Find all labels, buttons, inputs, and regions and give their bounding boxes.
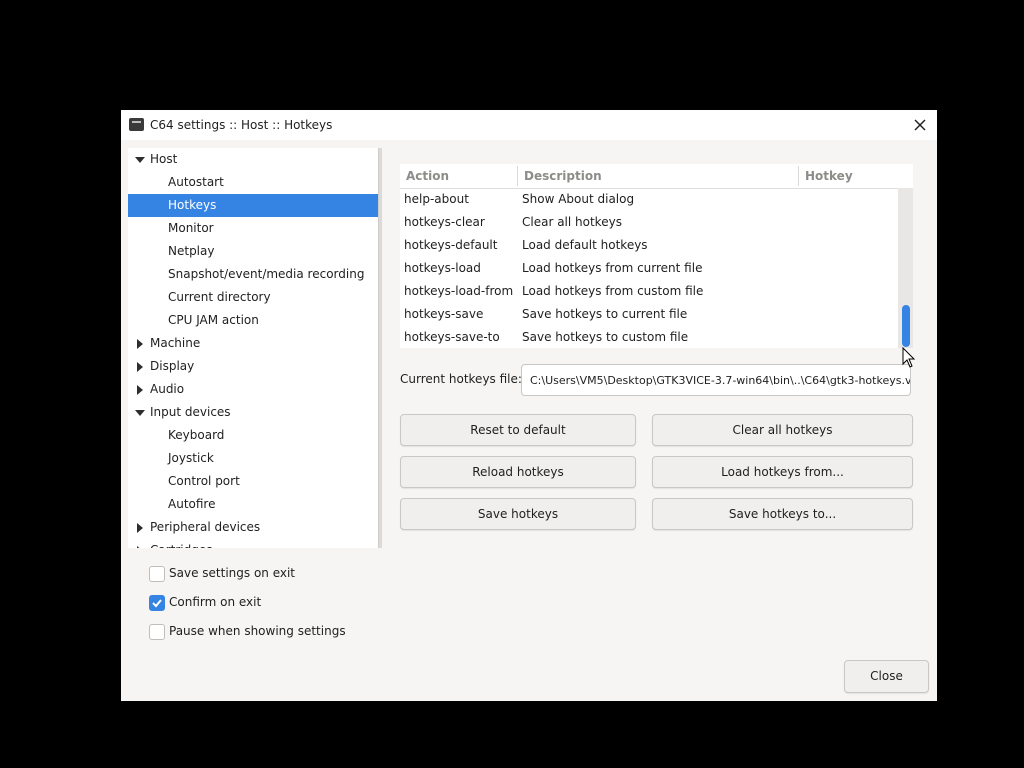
- checkbox-box[interactable]: [149, 595, 165, 611]
- expander-collapsed-icon[interactable]: [135, 385, 145, 395]
- tree-item-host[interactable]: Host: [128, 148, 380, 171]
- cell-description: Load default hotkeys: [522, 238, 648, 252]
- cell-description: Save hotkeys to current file: [522, 307, 688, 321]
- column-separator: [517, 166, 518, 186]
- checkbox-box[interactable]: [149, 624, 165, 640]
- cell-action: hotkeys-clear: [404, 215, 485, 229]
- tree-item-label: CPU JAM action: [168, 313, 259, 327]
- expander-expanded-icon[interactable]: [135, 155, 145, 165]
- tree-item-autofire[interactable]: Autofire: [128, 493, 380, 516]
- table-row[interactable]: hotkeys-default Load default hotkeys: [400, 234, 898, 257]
- cell-action: hotkeys-default: [404, 238, 498, 252]
- close-icon: [914, 119, 926, 131]
- cell-description: Load hotkeys from custom file: [522, 284, 704, 298]
- cell-action: hotkeys-save-to: [404, 330, 500, 344]
- tree-item-hotkeys[interactable]: Hotkeys: [128, 194, 380, 217]
- tree-item-label: Netplay: [168, 244, 215, 258]
- tree-item-label: Audio: [150, 382, 185, 396]
- tree-item-cartridges[interactable]: Cartridges: [128, 539, 380, 548]
- tree-item-autostart[interactable]: Autostart: [128, 171, 380, 194]
- tree-item-keyboard[interactable]: Keyboard: [128, 424, 380, 447]
- tree-item-label: Control port: [168, 474, 240, 488]
- tree-item-peripheral-devices[interactable]: Peripheral devices: [128, 516, 380, 539]
- table-row[interactable]: hotkeys-load-from Load hotkeys from custo…: [400, 280, 898, 303]
- pane-separator[interactable]: [378, 148, 382, 548]
- column-header-action[interactable]: Action: [406, 164, 449, 188]
- settings-dialog: C64 settings :: Host :: Hotkeys HostAuto…: [121, 110, 937, 701]
- tree-item-label: Cartridges: [150, 539, 213, 548]
- cell-action: hotkeys-save: [404, 307, 484, 321]
- reset-to-default-button[interactable]: Reset to default: [400, 414, 636, 446]
- vice-app-icon: [129, 118, 144, 131]
- checkbox-label: Confirm on exit: [169, 595, 262, 609]
- cell-description: Clear all hotkeys: [522, 215, 622, 229]
- tree-item-label: Monitor: [168, 221, 214, 235]
- cell-action: help-about: [404, 192, 469, 206]
- tree-item-label: Autostart: [168, 175, 224, 189]
- cell-description: Load hotkeys from current file: [522, 261, 703, 275]
- hotkeys-table: Action Description Hotkey help-about Show…: [400, 164, 913, 348]
- scrollbar-thumb[interactable]: [902, 305, 910, 347]
- tree-item-label: Autofire: [168, 497, 216, 511]
- hotkeys-file-field[interactable]: C:\Users\VM5\Desktop\GTK3VICE-3.7-win64\…: [521, 364, 911, 396]
- cell-action: hotkeys-load-from: [404, 284, 514, 298]
- tree-item-machine[interactable]: Machine: [128, 332, 380, 355]
- table-row[interactable]: hotkeys-clear Clear all hotkeys: [400, 211, 898, 234]
- tree-item-label: Current directory: [168, 290, 271, 304]
- table-row[interactable]: hotkeys-save-to Save hotkeys to custom fi…: [400, 326, 898, 348]
- tree-item-snapshot-event-media-recording[interactable]: Snapshot/event/media recording: [128, 263, 380, 286]
- table-row[interactable]: hotkeys-save Save hotkeys to current file: [400, 303, 898, 326]
- table-row[interactable]: hotkeys-load Load hotkeys from current fi…: [400, 257, 898, 280]
- checkbox-box[interactable]: [149, 566, 165, 582]
- tree-item-label: Display: [150, 359, 195, 373]
- tree-item-label: Machine: [150, 336, 201, 350]
- table-scrollbar[interactable]: [898, 188, 913, 348]
- save-hotkeys-button[interactable]: Save hotkeys: [400, 498, 636, 530]
- load-hotkeys-from-button[interactable]: Load hotkeys from...: [652, 456, 913, 488]
- tree-item-current-directory[interactable]: Current directory: [128, 286, 380, 309]
- mouse-pointer-icon: [902, 347, 916, 368]
- expander-collapsed-icon[interactable]: [135, 523, 145, 533]
- tree-item-cpu-jam-action[interactable]: CPU JAM action: [128, 309, 380, 332]
- tree-item-label: Input devices: [150, 405, 231, 419]
- hotkeys-file-label: Current hotkeys file:: [400, 372, 522, 386]
- expander-expanded-icon[interactable]: [135, 408, 145, 418]
- checkbox-label: Pause when showing settings: [169, 624, 346, 638]
- close-window-button[interactable]: [908, 113, 932, 137]
- save-hotkeys-to-button[interactable]: Save hotkeys to...: [652, 498, 913, 530]
- tree-item-input-devices[interactable]: Input devices: [128, 401, 380, 424]
- close-button[interactable]: Close: [844, 660, 929, 693]
- expander-collapsed-icon[interactable]: [135, 362, 145, 372]
- cell-description: Save hotkeys to custom file: [522, 330, 689, 344]
- checkbox-label: Save settings on exit: [169, 566, 296, 580]
- reload-hotkeys-button[interactable]: Reload hotkeys: [400, 456, 636, 488]
- tree-item-label: Joystick: [168, 451, 214, 465]
- tree-item-display[interactable]: Display: [128, 355, 380, 378]
- tree-item-monitor[interactable]: Monitor: [128, 217, 380, 240]
- table-row[interactable]: help-about Show About dialog: [400, 188, 898, 211]
- checkmark-icon: [152, 599, 162, 608]
- expander-collapsed-icon[interactable]: [135, 546, 145, 548]
- tree-item-netplay[interactable]: Netplay: [128, 240, 380, 263]
- tree-item-label: Peripheral devices: [150, 520, 261, 534]
- tree-item-label: Keyboard: [168, 428, 225, 442]
- settings-tree: Host Autostart Hotkeys Monitor Netplay Snapsh…: [128, 148, 380, 548]
- tree-item-label: Host: [150, 152, 178, 166]
- window-title: C64 settings :: Host :: Hotkeys: [150, 118, 333, 132]
- table-header: Action Description Hotkey: [400, 164, 913, 189]
- titlebar: C64 settings :: Host :: Hotkeys: [121, 110, 937, 140]
- column-separator: [798, 166, 799, 186]
- tree-item-label: Hotkeys: [168, 198, 217, 212]
- column-header-hotkey[interactable]: Hotkey: [805, 164, 853, 188]
- cell-action: hotkeys-load: [404, 261, 481, 275]
- expander-collapsed-icon[interactable]: [135, 339, 145, 349]
- tree-item-joystick[interactable]: Joystick: [128, 447, 380, 470]
- cell-description: Show About dialog: [522, 192, 635, 206]
- tree-item-audio[interactable]: Audio: [128, 378, 380, 401]
- tree-item-label: Snapshot/event/media recording: [168, 267, 365, 281]
- clear-all-hotkeys-button[interactable]: Clear all hotkeys: [652, 414, 913, 446]
- tree-item-control-port[interactable]: Control port: [128, 470, 380, 493]
- column-header-description[interactable]: Description: [524, 164, 602, 188]
